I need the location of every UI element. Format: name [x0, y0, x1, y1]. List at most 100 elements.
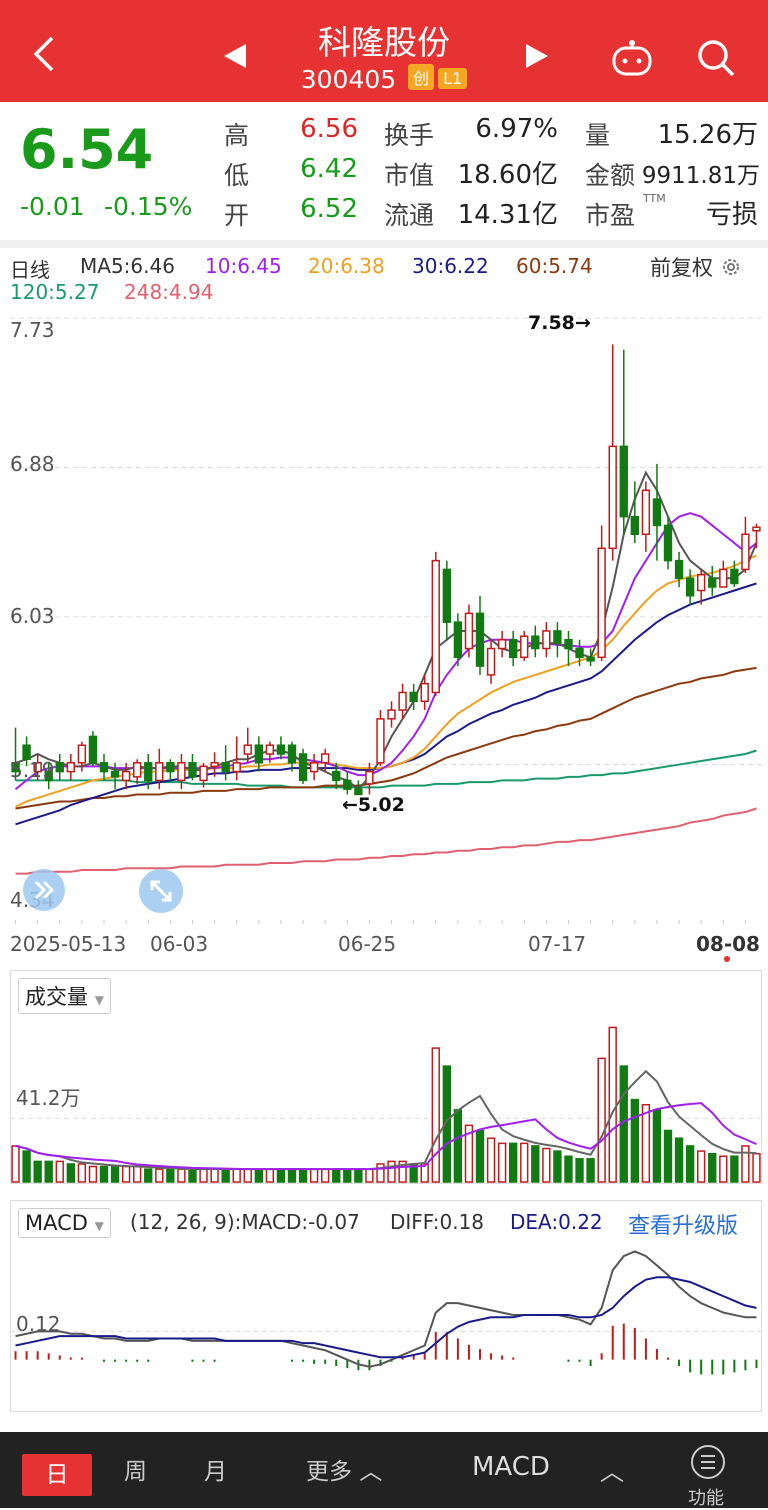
date-tick-5: 08-08	[696, 932, 760, 956]
candle-body	[663, 524, 673, 562]
volume-bar	[287, 1168, 297, 1183]
adjust-label: 前复权	[650, 256, 713, 280]
ma30-legend: 30:6.22	[412, 254, 489, 278]
volume-bar	[752, 1152, 761, 1183]
candle-body	[475, 612, 485, 667]
candle-body	[320, 753, 330, 764]
candle-body	[265, 744, 275, 755]
search-icon[interactable]	[696, 38, 736, 78]
candle-body	[287, 744, 297, 764]
candle-body	[586, 656, 595, 662]
volume-bar	[22, 1150, 31, 1183]
macd-info: (12, 26, 9):MACD:-0.07	[130, 1210, 360, 1234]
candle-body	[630, 515, 640, 535]
ma60-legend: 60:5.74	[516, 254, 593, 278]
candle-body	[696, 573, 706, 592]
volume-bar	[431, 1047, 440, 1183]
volume-bar	[696, 1150, 706, 1183]
collapse-icon[interactable]	[22, 868, 66, 912]
candle-body	[155, 762, 164, 782]
volume-bar	[608, 1026, 617, 1183]
amount-label: 金额	[585, 161, 636, 190]
tab-more[interactable]: 更多 ︿	[306, 1452, 382, 1486]
tab-day[interactable]: 日	[22, 1454, 92, 1496]
indicator-chevron-up-icon[interactable]: ︿	[600, 1452, 624, 1487]
candle-body	[619, 445, 628, 518]
mktcap-label: 市值	[384, 161, 435, 190]
volume-bar	[376, 1163, 385, 1183]
volume-bar	[265, 1168, 275, 1183]
next-stock-icon[interactable]	[526, 44, 548, 68]
macd-chart[interactable]	[10, 1234, 762, 1410]
kline-chart[interactable]	[10, 312, 762, 924]
candle-body	[387, 709, 396, 720]
robot-icon[interactable]	[610, 40, 654, 78]
latest-dot	[724, 956, 730, 962]
low-label: 低	[224, 161, 250, 190]
tab-indicator[interactable]: MACD	[472, 1452, 550, 1482]
candle-body	[132, 762, 142, 778]
volume-bar	[597, 1057, 606, 1183]
candle-body	[55, 762, 64, 773]
candle-body	[276, 744, 286, 755]
volume-bar	[177, 1168, 186, 1183]
tab-more-label: 更多	[306, 1459, 352, 1485]
adjust-selector[interactable]: 前复权	[650, 252, 742, 282]
volume-bar	[497, 1142, 507, 1183]
volume-bar	[365, 1168, 374, 1183]
volume-bar	[110, 1165, 120, 1183]
candle-body	[409, 691, 418, 703]
chevron-down-icon: ▼	[94, 1219, 104, 1233]
price-tick-4: 5.19	[10, 758, 55, 782]
header-bar: 科隆股份 300405 创 L1	[0, 0, 768, 102]
candle-body	[298, 753, 308, 782]
volume-bar	[531, 1145, 540, 1183]
fullscreen-icon[interactable]	[138, 868, 184, 914]
volume-bar	[542, 1147, 551, 1183]
menu-icon[interactable]	[690, 1444, 726, 1480]
volume-bar	[508, 1142, 518, 1183]
pe-label: 市盈	[585, 201, 636, 230]
candle-body	[420, 682, 429, 703]
gem-badge: 创	[408, 64, 435, 90]
volume-bar	[741, 1145, 750, 1183]
tab-function[interactable]: 功能	[688, 1484, 724, 1510]
last-price: 6.54	[20, 118, 154, 181]
gear-icon[interactable]	[720, 256, 742, 278]
pe-ttm-sup: TTM	[643, 192, 666, 205]
tab-month[interactable]: 月	[204, 1452, 227, 1486]
candle-body	[520, 635, 529, 659]
volume-bar	[298, 1168, 308, 1183]
candle-body	[652, 498, 662, 527]
candle-body	[376, 718, 385, 764]
candle-body	[99, 762, 109, 773]
tab-week[interactable]: 周	[124, 1452, 147, 1486]
volume-bar	[121, 1165, 131, 1183]
volume-bar	[199, 1168, 208, 1183]
volume-bar	[387, 1160, 396, 1183]
date-tick-3: 06-25	[338, 932, 397, 956]
volume-bar	[221, 1168, 230, 1183]
volume-bar	[685, 1145, 695, 1183]
volume-bar	[55, 1160, 64, 1183]
candle-body	[431, 559, 440, 694]
candle-body	[564, 638, 573, 650]
candle-body	[77, 744, 87, 764]
period-label: 日线	[10, 258, 50, 282]
ma5-legend: MA5:6.46	[80, 254, 175, 278]
candle-body	[199, 765, 208, 782]
candle-body	[719, 568, 728, 588]
volume-chart[interactable]	[10, 1000, 762, 1184]
turnover-label: 换手	[384, 121, 435, 150]
float-value: 14.31亿	[457, 200, 558, 230]
stock-code: 300405	[300, 65, 397, 94]
candle-body	[66, 762, 76, 773]
volume-bar	[320, 1168, 330, 1183]
high-value: 6.56	[300, 114, 358, 144]
volume-bar	[652, 1109, 662, 1183]
candle-body	[232, 762, 241, 773]
candle-body	[641, 489, 651, 535]
candle-body	[685, 577, 695, 597]
macd-dea: DEA:0.22	[510, 1210, 603, 1234]
candle-body	[752, 526, 761, 532]
